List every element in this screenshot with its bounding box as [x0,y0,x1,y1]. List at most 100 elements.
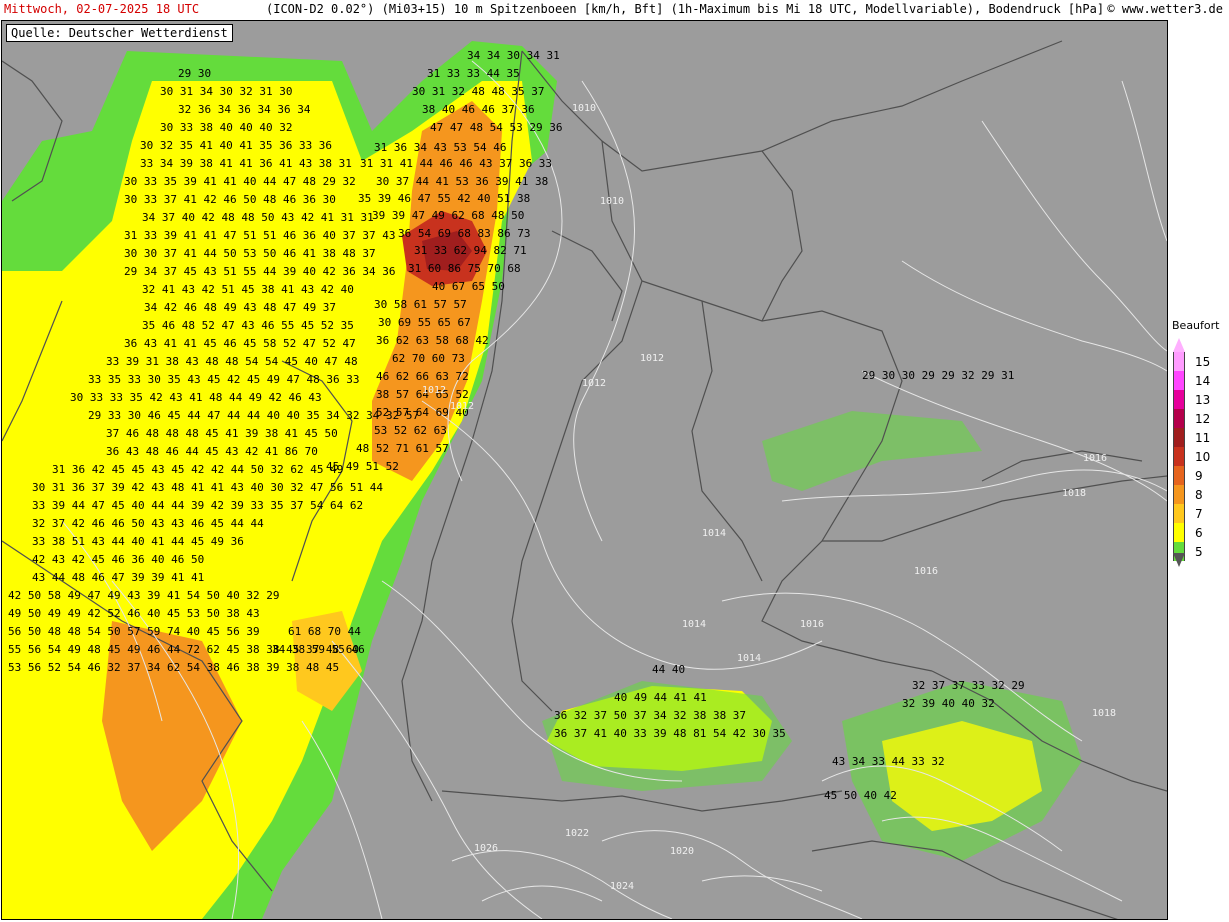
legend-level-11: 11 [1168,428,1228,447]
gust-value-row: 45 50 40 42 [824,789,897,802]
gust-field-green-east [762,411,982,491]
isobar-label: 1026 [474,843,498,854]
legend-swatch [1173,352,1185,371]
gust-value-row: 33 34 39 38 41 41 36 41 43 38 31 [140,157,352,170]
legend-level-9: 9 [1168,466,1228,485]
gust-value-row: 29 34 37 45 43 51 55 44 39 40 42 36 34 3… [124,265,396,278]
legend-swatch [1173,409,1185,428]
legend-level-15: 15 [1168,352,1228,371]
gust-value-row: 46 62 66 63 72 [376,370,469,383]
gust-value-row: 36 43 48 46 44 45 43 42 41 86 70 [106,445,318,458]
gust-value-row: 36 54 69 68 83 86 73 [398,227,530,240]
gust-value-row: 31 33 39 41 41 47 51 51 46 36 40 37 37 4… [124,229,396,242]
gust-value-row: 33 35 33 30 35 43 45 42 45 49 47 48 36 3… [88,373,360,386]
isobar-label: 1010 [600,196,624,207]
gust-value-row: 30 33 35 39 41 41 40 44 47 48 29 32 [124,175,356,188]
gust-value-row: 34 37 40 42 48 48 50 43 42 41 31 31 [142,211,374,224]
gust-value-row: 42 50 58 49 47 49 43 39 41 54 50 40 32 2… [8,589,280,602]
gust-value-row: 36 43 41 41 45 46 45 58 52 47 52 47 [124,337,356,350]
legend-level-8: 8 [1168,485,1228,504]
gust-value-row: 44 40 [652,663,685,676]
legend-label: 11 [1195,431,1211,445]
gust-value-row: 62 70 60 73 [392,352,465,365]
gust-value-row: 30 32 35 41 40 41 35 36 33 36 [140,139,332,152]
weather-map: 34 34 30 34 31 31 33 33 44 35 30 31 32 48 … [1,20,1168,920]
legend-label: 9 [1195,469,1203,483]
gust-value-row: 34 42 46 48 49 43 48 47 49 37 [144,301,336,314]
isobar-label: 1014 [682,619,706,630]
gust-value-row: 53 52 62 63 [374,424,447,437]
gust-value-row: 31 60 86 75 70 68 [408,262,521,275]
gust-value-row: 30 58 61 57 57 [374,298,467,311]
gust-value-row: 32 37 37 33 32 29 [912,679,1025,692]
gust-value-row: 40 49 44 41 41 [614,691,707,704]
legend-level-13: 13 [1168,390,1228,409]
gust-value-row: 43 44 48 46 47 39 39 41 41 [32,571,204,584]
credit-link[interactable]: © www.wetter3.de [1107,0,1223,19]
gust-value-row: 33 38 51 43 44 40 41 44 45 49 36 [32,535,244,548]
isobar-label: 1016 [914,566,938,577]
isobar-label: 1012 [422,385,446,396]
legend-swatch [1173,485,1185,504]
gust-value-row: 37 46 48 48 48 45 41 39 38 41 45 50 [106,427,338,440]
gust-value-row: 48 52 71 61 57 [356,442,449,455]
gust-value-row: 39 39 47 49 62 68 48 50 [372,209,524,222]
gust-value-row: 31 33 62 94 82 71 [414,244,527,257]
header-bar: Mittwoch, 02-07-2025 18 UTC (ICON-D2 0.0… [0,0,1229,19]
legend-swatch [1173,390,1185,409]
legend-swatch [1173,447,1185,466]
gust-value-row: 32 37 42 46 46 50 43 43 46 45 44 44 [32,517,264,530]
gust-value-row: 33 39 44 47 45 40 44 44 39 42 39 33 35 3… [32,499,363,512]
isobar-label: 1016 [800,619,824,630]
gust-value-row: 30 33 37 41 42 46 50 48 46 36 30 [124,193,336,206]
gust-value-row: 34 34 30 34 31 [467,49,560,62]
gust-value-row: 61 68 70 44 [288,625,361,638]
gust-value-row: 42 43 42 45 46 36 40 46 50 [32,553,204,566]
gust-value-row: 30 33 33 35 42 43 41 48 44 49 42 46 43 [70,391,322,404]
gust-value-row: 30 33 38 40 40 40 32 [160,121,292,134]
legend-label: 13 [1195,393,1211,407]
gust-value-row: 30 31 36 37 39 42 43 48 41 41 43 40 30 3… [32,481,383,494]
gust-value-row: 53 56 52 54 46 32 37 34 62 54 38 46 38 3… [8,661,339,674]
run-date-time: Mittwoch, 02-07-2025 18 UTC [4,2,200,16]
legend-label: 5 [1195,545,1203,559]
legend-label: 6 [1195,526,1203,540]
gust-value-row: 34 38 59 55 46 [272,643,365,656]
legend-level-10: 10 [1168,447,1228,466]
gust-value-row: 35 39 46 47 55 42 40 51 38 [358,192,530,205]
gust-value-row: 30 37 44 41 53 36 39 41 38 [376,175,548,188]
gust-value-row: 32 36 34 36 34 36 34 [178,103,311,116]
gust-value-row: 31 31 41 44 46 46 43 37 36 33 [360,157,552,170]
gust-value-row: 30 30 37 41 44 50 53 50 46 41 38 48 37 [124,247,376,260]
gust-value-row: 30 31 34 30 32 31 30 [160,85,292,98]
gust-value-row: 31 36 34 43 53 54 46 [374,141,506,154]
legend-level-14: 14 [1168,371,1228,390]
legend-label: 15 [1195,355,1211,369]
legend-label: 7 [1195,507,1203,521]
legend-arrow-up-icon [1173,338,1185,352]
legend-title: Beaufort [1172,319,1220,332]
isobar-label: 1012 [450,401,474,412]
legend-level-6: 6 [1168,523,1228,542]
gust-value-row: 31 33 33 44 35 [427,67,520,80]
beaufort-legend: Beaufort 15 14 13 12 11 10 9 8 7 6 5 [1168,318,1228,578]
source-label: Quelle: Deutscher Wetterdienst [6,24,233,42]
isobar-label: 1018 [1092,708,1116,719]
isobar-label: 1020 [670,846,694,857]
gust-value-row: 33 39 31 38 43 48 48 54 54 45 40 47 48 [106,355,358,368]
isobar-label: 1012 [640,353,664,364]
map-canvas: 34 34 30 34 31 31 33 33 44 35 30 31 32 48 … [2,40,1167,919]
gust-value-row: 29 30 [178,67,211,80]
isobar-label: 1024 [610,881,634,892]
gust-value-row: 43 34 33 44 33 32 [832,755,945,768]
legend-level-12: 12 [1168,409,1228,428]
gust-fields [2,41,1082,919]
isobar-label: 1012 [582,378,606,389]
gust-value-row: 31 36 42 45 45 43 45 42 42 44 50 32 62 4… [52,463,343,476]
gust-value-row: 30 69 55 65 67 [378,316,471,329]
isobar-label: 1010 [572,103,596,114]
legend-label: 10 [1195,450,1211,464]
isobar-label: 1018 [1062,488,1086,499]
gust-value-row: 30 31 32 48 48 35 37 [412,85,544,98]
gust-value-row: 56 50 48 48 54 50 57 59 74 40 45 56 39 [8,625,260,638]
